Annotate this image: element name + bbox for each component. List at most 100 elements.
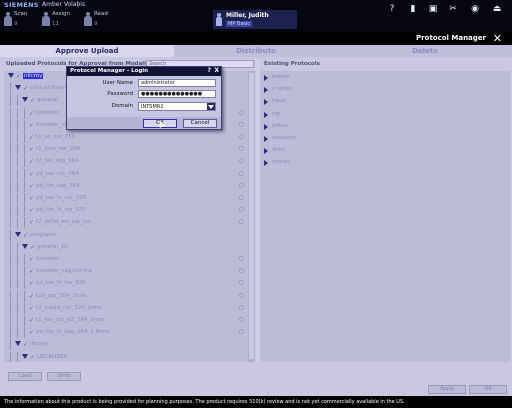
tree-item-row[interactable]: ✓ t1_tse_cor_p2_384_2mm ○ — [4, 315, 248, 326]
ok-button[interactable]: OK — [469, 385, 507, 394]
tree-item-row[interactable]: ✓ t2_tse_sag_384 ○ — [4, 156, 248, 168]
tree-guide-line — [10, 132, 11, 143]
username-field[interactable] — [138, 79, 216, 87]
checkmark-icon[interactable]: ✓ — [29, 158, 34, 165]
tree-guide-line — [10, 266, 11, 278]
checkmark-icon[interactable]: ✓ — [29, 293, 34, 300]
status-icon[interactable]: ▮ — [408, 4, 418, 14]
tree-guide-line — [24, 144, 25, 156]
checkmark-icon[interactable]: ✓ — [29, 183, 34, 190]
tree-node-label: t1_tse_cor_p2_384_2mm — [36, 317, 105, 323]
tree-item-row[interactable]: ✓ localizer_sag/cor/tra ○ — [4, 266, 248, 278]
tree-item-row[interactable]: ✓ t1_tirm_cor_256 ○ — [4, 144, 248, 156]
existing-protocol-label: thorax — [272, 159, 290, 166]
expand-triangle-icon[interactable] — [22, 353, 28, 359]
monitor-icon[interactable]: ▣ — [428, 4, 438, 14]
checkmark-icon[interactable]: ✓ — [23, 341, 28, 348]
checkmark-icon[interactable]: ✓ — [29, 280, 34, 287]
tree-guide-line — [24, 278, 25, 290]
tree-guide-line — [24, 266, 25, 278]
expand-arrow-icon[interactable] — [264, 99, 268, 106]
tree-scrollbar[interactable] — [248, 71, 255, 362]
checkmark-icon[interactable]: ✓ — [29, 171, 34, 178]
person-icon — [42, 12, 50, 26]
tree-folder-row[interactable]: ✓ programs — [4, 229, 248, 241]
checkmark-icon[interactable]: ✓ — [29, 268, 34, 275]
tree-folder-row[interactable]: ✓ general_2D — [4, 241, 248, 253]
tree-item-row[interactable]: ✓ t1_se_cor_256 ○ — [4, 132, 248, 143]
expand-triangle-icon[interactable] — [22, 243, 28, 249]
checkmark-icon[interactable]: ✓ — [29, 329, 34, 336]
checkmark-icon[interactable]: ✓ — [29, 317, 34, 324]
domain-value: INTSMR2 — [141, 104, 164, 110]
checkmark-icon[interactable]: ✓ — [29, 134, 34, 141]
checkmark-icon[interactable]: ✓ — [23, 85, 28, 92]
existing-protocols-list: breast c-spine head hip pelvis shoulder wrist t… — [260, 71, 510, 362]
tree-item-row[interactable]: ✓ t2_me2d_cor_320_2mm ○ — [4, 302, 248, 314]
chevron-down-icon[interactable] — [207, 103, 215, 110]
checkmark-icon[interactable]: ✓ — [29, 305, 34, 312]
checkmark-icon[interactable]: ✓ — [29, 195, 34, 202]
login-cancel-button[interactable]: Cancel — [183, 119, 217, 128]
domain-select[interactable]: INTSMR2 — [138, 102, 216, 111]
checkmark-icon[interactable]: ✓ — [30, 97, 35, 104]
expand-arrow-icon[interactable] — [264, 123, 268, 130]
tree-item-row[interactable]: ✓ t2d_cor_384_2mm ○ — [4, 290, 248, 302]
help-icon[interactable]: ? — [208, 67, 211, 74]
tree-folder-row[interactable]: ✓ library — [4, 339, 248, 351]
tree-item-row[interactable]: ✓ pd_tse_fs_sag_384_2.5mm ○ — [4, 327, 248, 339]
expand-arrow-icon[interactable] — [264, 87, 268, 94]
tree-item-row[interactable]: ✓ pd_tse_sag_384 ○ — [4, 180, 248, 192]
checkmark-icon[interactable]: ✓ — [16, 73, 21, 80]
checkmark-icon[interactable]: ✓ — [29, 122, 34, 129]
patient-card[interactable]: Miller, Judith MP Basic — [213, 10, 297, 29]
password-field[interactable]: ●●●●●●●●●●●●●● — [138, 90, 216, 98]
tree-node-label: pd_tse_sag_384 — [36, 182, 80, 189]
tab-approve-upload[interactable]: Approve Upload — [0, 45, 174, 57]
checkmark-icon[interactable]: ✓ — [29, 256, 34, 263]
eject-icon[interactable]: ⏏ — [492, 4, 502, 14]
tab-delete[interactable]: Delete — [338, 45, 512, 57]
checkmark-icon[interactable]: ✓ — [29, 207, 34, 214]
tree-item-row[interactable]: ✓ t2_de3d_we_sar_iso ○ — [4, 217, 248, 229]
eye-icon[interactable]: ◉ — [470, 4, 480, 14]
tree-guide-line — [17, 278, 18, 290]
checkmark-icon[interactable]: ✓ — [29, 146, 34, 153]
tree-node-label: pd_tse_fs_sag_384_2.5mm — [36, 329, 110, 336]
scissors-icon[interactable]: ✂ — [448, 4, 458, 14]
scrollbar-thumb[interactable] — [249, 73, 254, 359]
tree-guide-line — [17, 180, 18, 192]
close-icon[interactable]: ✕ — [493, 32, 502, 45]
tab-distribute[interactable]: Distribute — [174, 45, 338, 57]
tree-guide-line — [17, 302, 18, 314]
tree-guide-line — [17, 351, 18, 362]
tree-item-row[interactable]: ✓ pd_tse_fs_tra_320 ○ — [4, 205, 248, 217]
tree-item-row[interactable]: ✓ pd_tse_fs_cor_320 ○ — [4, 193, 248, 204]
tree-guide-line — [24, 217, 25, 229]
expand-triangle-icon[interactable] — [15, 231, 21, 237]
tree-folder-row[interactable]: ✓ LOCALIZER — [4, 351, 248, 362]
help-icon[interactable]: ? — [387, 4, 397, 14]
expand-triangle-icon[interactable] — [15, 341, 21, 347]
checkmark-icon[interactable]: ✓ — [23, 232, 28, 239]
expand-arrow-icon[interactable] — [264, 75, 268, 81]
expand-arrow-icon[interactable] — [264, 148, 268, 155]
load-button[interactable]: Load — [8, 372, 42, 381]
expand-triangle-icon[interactable] — [8, 73, 14, 78]
expand-triangle-icon[interactable] — [22, 97, 28, 103]
checkmark-icon[interactable]: ✓ — [29, 219, 34, 226]
tree-item-row[interactable]: ✓ localizer ○ — [4, 254, 248, 265]
checkmark-icon[interactable]: ✓ — [30, 354, 35, 361]
checkmark-icon[interactable]: ✓ — [30, 244, 35, 251]
status-circle-icon: ○ — [238, 316, 244, 323]
checkmark-icon[interactable]: ✓ — [29, 110, 34, 117]
expand-arrow-icon[interactable] — [264, 111, 268, 118]
expand-arrow-icon[interactable] — [264, 136, 268, 142]
expand-arrow-icon[interactable] — [264, 160, 268, 167]
undo-button[interactable]: Undo — [47, 372, 81, 381]
tree-item-row[interactable]: ✓ pd_tse_fs_tra_320 ○ — [4, 278, 248, 290]
close-icon[interactable]: X — [214, 67, 219, 74]
expand-triangle-icon[interactable] — [15, 85, 21, 91]
apply-button[interactable]: Apply — [428, 385, 466, 394]
tree-item-row[interactable]: ✓ pd_tse_cor_384 ○ — [4, 168, 248, 180]
